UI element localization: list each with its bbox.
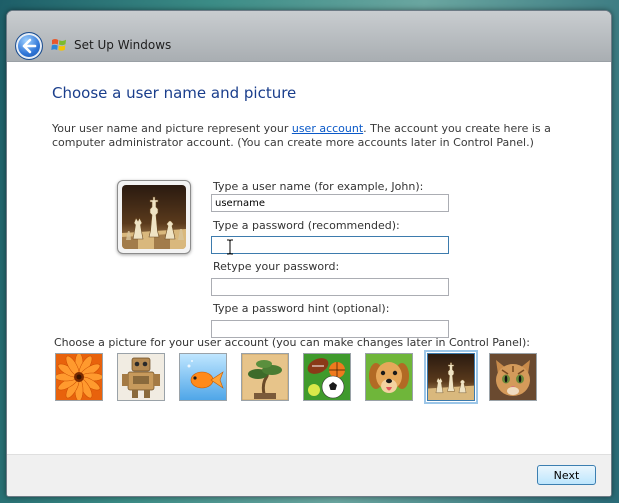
picture-option-bonsai[interactable] [241,353,289,401]
window-title: Set Up Windows [74,38,172,52]
goldfish-icon [180,354,226,400]
picture-option-robot[interactable] [117,353,165,401]
sports-balls-icon [304,354,350,400]
picture-option-goldfish[interactable] [179,353,227,401]
picture-option-flower[interactable] [55,353,103,401]
chess-icon [122,185,186,249]
title-bar: Set Up Windows [7,11,611,62]
picture-chooser-label: Choose a picture for your user account (… [54,336,530,349]
intro-text: Your user name and picture represent you… [52,122,582,150]
password-hint-label: Type a password hint (optional): [213,302,390,315]
puppy-icon [366,354,412,400]
user-account-link[interactable]: user account [292,122,363,135]
text-cursor-icon [227,239,233,255]
setup-window: Set Up Windows Choose a user name and pi… [6,10,612,497]
footer-bar: Next [7,454,611,496]
password-input[interactable] [211,236,449,254]
retype-password-input[interactable] [211,278,449,296]
retype-password-label: Retype your password: [213,260,340,273]
next-button[interactable]: Next [537,465,596,485]
selected-picture-preview [117,180,191,254]
flower-icon [56,354,102,400]
picture-option-puppy[interactable] [365,353,413,401]
picture-option-chess[interactable] [424,350,478,404]
content-area: Choose a user name and picture Your user… [7,62,611,454]
back-button[interactable] [15,32,43,60]
picture-option-kitten[interactable] [489,353,537,401]
back-arrow-icon [22,38,37,54]
password-label: Type a password (recommended): [213,219,400,232]
chess-icon [428,354,474,400]
robot-icon [118,354,164,400]
intro-text-start: Your user name and picture represent you… [52,122,292,135]
page-heading: Choose a user name and picture [52,84,297,102]
username-input[interactable] [211,194,449,212]
windows-logo-icon [51,39,66,51]
username-label: Type a user name (for example, John): [213,180,424,193]
kitten-icon [490,354,536,400]
bonsai-icon [242,354,288,400]
picture-option-sports-balls[interactable] [303,353,351,401]
